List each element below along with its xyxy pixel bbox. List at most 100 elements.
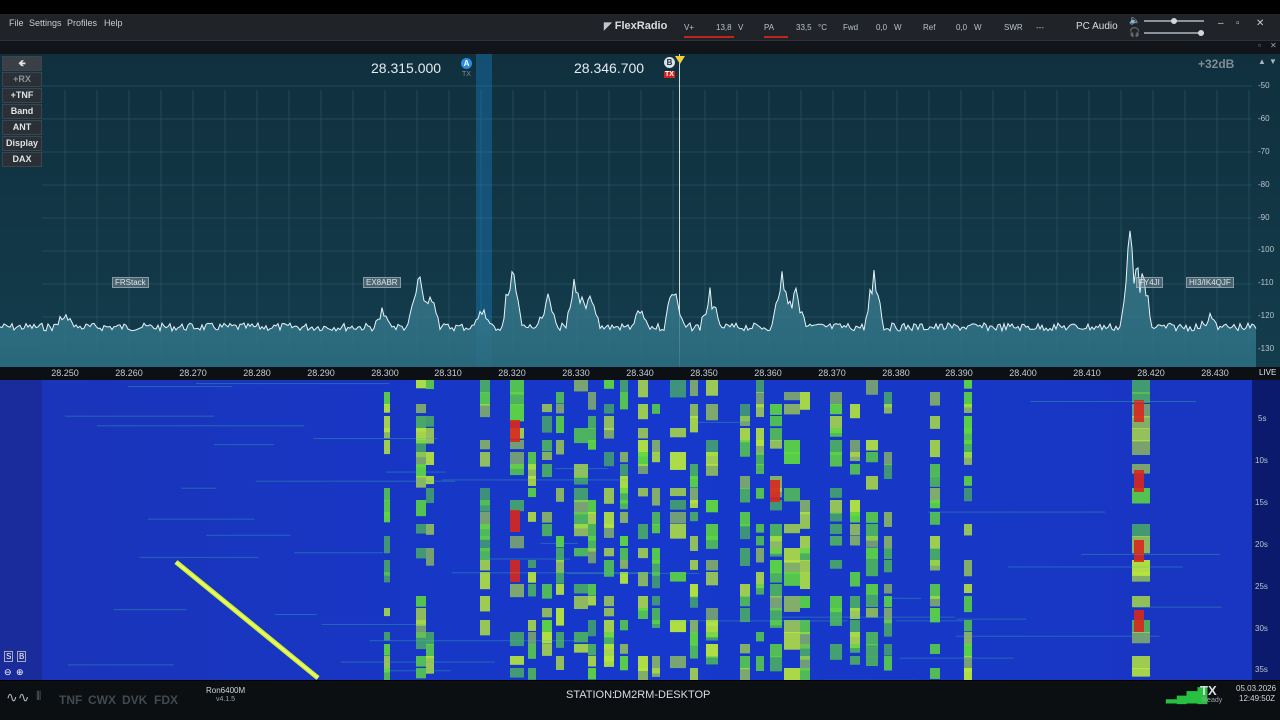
station-name[interactable]: DM2RM-DESKTOP — [614, 689, 710, 701]
waterfall-signal — [638, 452, 648, 467]
pa-label: PA — [764, 23, 775, 32]
headphone-volume-knob[interactable] — [1198, 30, 1204, 36]
vfo-a-frequency[interactable]: 28.315.000 — [371, 60, 441, 76]
waterfall-streak — [956, 618, 1027, 620]
dvk-toggle[interactable]: DVK — [122, 693, 147, 707]
collapse-panel-button[interactable]: 🡸 — [2, 56, 42, 71]
waterfall-signal — [426, 488, 434, 504]
spot-label[interactable]: HI3/IK4QJF — [1186, 277, 1234, 288]
time-scale-label: 20s — [1255, 540, 1268, 549]
waterfall-signal — [416, 476, 426, 488]
vfo-b-tx-indicator[interactable]: TX — [664, 71, 675, 78]
waterfall-signal — [930, 512, 940, 525]
waterfall-signal — [830, 512, 842, 522]
waveform-icon[interactable]: ∿∿ — [6, 689, 29, 706]
cw-paddle-icon[interactable]: ⦀ — [36, 689, 41, 704]
menu-profiles[interactable]: Profiles — [64, 16, 100, 30]
waterfall-signal — [740, 548, 750, 566]
ref-value: 0,0 — [956, 23, 968, 32]
waterfall-streak — [127, 386, 233, 388]
waterfall-signal — [756, 380, 764, 394]
waterfall-signal — [604, 560, 614, 577]
pa-meter-bar — [764, 36, 788, 38]
waterfall-signal — [542, 512, 552, 523]
rf-gain-label[interactable]: +32dB — [1198, 57, 1234, 71]
waterfall-signal — [740, 608, 750, 623]
menu-file[interactable]: File — [6, 16, 27, 30]
utc-time: 12:49:50Z — [1239, 694, 1276, 703]
panel-restore-icon[interactable]: ▫ — [1258, 41, 1261, 50]
waterfall-signal — [866, 608, 878, 618]
waterfall-signal — [574, 464, 588, 478]
spot-label[interactable]: FRStack — [112, 277, 149, 288]
headphones-icon[interactable]: 🎧 — [1129, 27, 1140, 38]
spot-label[interactable]: EX8ABR — [363, 277, 401, 288]
vfo-a-badge[interactable]: A — [461, 58, 472, 69]
s-button[interactable]: S — [4, 651, 14, 662]
waterfall-signal — [556, 584, 564, 595]
display-button[interactable]: Display — [2, 136, 42, 151]
ant-button[interactable]: ANT — [2, 120, 42, 135]
waterfall[interactable]: 5s 10s 15s 20s 25s 30s 35s S B ⊖ ⊕ — [0, 380, 1280, 680]
waterfall-signal — [604, 608, 614, 617]
minimize-button[interactable]: – — [1218, 18, 1224, 29]
scale-down-icon[interactable]: ▼ — [1269, 57, 1277, 66]
panel-close-icon[interactable]: ✕ — [1270, 41, 1277, 50]
close-button[interactable]: ✕ — [1256, 18, 1264, 29]
waterfall-signal — [384, 632, 390, 641]
waterfall-signal — [770, 428, 782, 441]
menu-settings[interactable]: Settings — [26, 16, 65, 30]
headphone-volume-slider[interactable] — [1144, 32, 1204, 34]
waterfall-signal — [510, 404, 524, 422]
tnf-toggle[interactable]: TNF — [59, 693, 82, 707]
waterfall-signal — [964, 380, 972, 389]
pa-value: 33,5 — [796, 23, 812, 32]
waterfall-signal — [588, 620, 596, 637]
waterfall-signal — [830, 644, 842, 660]
volume-slider-knob[interactable] — [1171, 18, 1177, 24]
waterfall-signal — [604, 452, 614, 467]
waterfall-signal — [866, 644, 878, 657]
fdx-toggle[interactable]: FDX — [154, 693, 178, 707]
speaker-icon[interactable]: 🔈 — [1129, 15, 1140, 26]
waterfall-signal — [964, 584, 972, 594]
add-rx-button[interactable]: +RX — [2, 72, 42, 87]
waterfall-signal — [706, 560, 718, 571]
frequency-axis[interactable]: 28.250 28.260 28.270 28.280 28.290 28.30… — [0, 367, 1280, 380]
time-scale-label: 10s — [1255, 456, 1268, 465]
panadapter[interactable]: 28.315.000 A TX 28.346.700 B TX +32dB ▲ … — [0, 54, 1280, 367]
waterfall-signal — [740, 440, 750, 457]
frequency-tick: 28.290 — [307, 368, 335, 378]
menu-help[interactable]: Help — [101, 16, 126, 30]
dax-button[interactable]: DAX — [2, 152, 42, 167]
waterfall-signal — [784, 488, 800, 502]
spot-label[interactable]: FY4JI — [1136, 277, 1163, 288]
waterfall-signal — [384, 440, 390, 455]
cwx-toggle[interactable]: CWX — [88, 693, 116, 707]
waterfall-signal — [964, 644, 972, 658]
vfo-b-badge[interactable]: B — [664, 57, 675, 68]
scale-up-icon[interactable]: ▲ — [1258, 57, 1266, 66]
radio-model[interactable]: Ron6400M — [206, 686, 245, 695]
zoom-out-icon[interactable]: ⊖ — [4, 667, 12, 678]
waterfall-signal — [416, 668, 426, 679]
add-tnf-button[interactable]: +TNF — [2, 88, 42, 103]
waterfall-signal — [866, 656, 878, 667]
waterfall-signal — [480, 560, 490, 571]
zoom-in-icon[interactable]: ⊕ — [16, 667, 24, 678]
waterfall-signal — [416, 380, 426, 389]
waterfall-streak — [1008, 566, 1183, 568]
waterfall-signal — [964, 596, 972, 613]
b-button[interactable]: B — [17, 651, 27, 662]
waterfall-signal — [528, 512, 536, 522]
waterfall-signal — [866, 548, 878, 560]
tx-indicator[interactable]: TX — [1200, 683, 1217, 698]
waterfall-signal — [574, 380, 588, 392]
band-button[interactable]: Band — [2, 104, 42, 119]
waterfall-signal — [706, 536, 718, 549]
vfo-b-frequency[interactable]: 28.346.700 — [574, 60, 644, 76]
live-indicator[interactable]: LIVE — [1259, 368, 1276, 377]
frequency-tick: 28.390 — [945, 368, 973, 378]
restore-button[interactable]: ▫ — [1236, 18, 1240, 29]
db-scale-label: -110 — [1258, 278, 1274, 287]
